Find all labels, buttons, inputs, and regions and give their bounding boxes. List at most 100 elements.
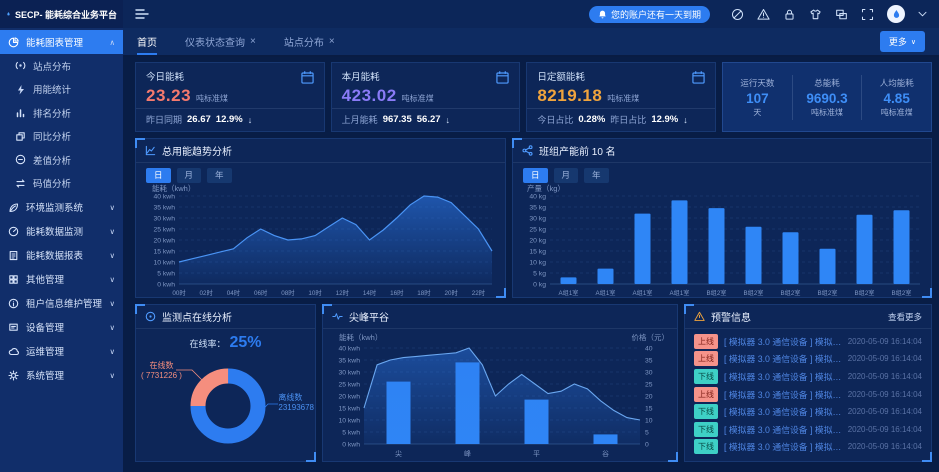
tab-label: 站点分布 xyxy=(284,34,324,49)
alert-row[interactable]: 下线 [ 模拟器 3.0 通信设备 ] 模拟器 3.0... 2020-05-0… xyxy=(694,422,922,437)
svg-text:40 kwh: 40 kwh xyxy=(153,193,175,200)
stat-value: 9690.3 xyxy=(793,91,862,106)
ban-icon[interactable] xyxy=(731,8,744,21)
kpi-footer-value: 0.28% xyxy=(578,114,605,125)
skin-icon[interactable] xyxy=(809,8,822,21)
sidebar-item-other-management[interactable]: 其他管理 ∨ xyxy=(0,267,123,291)
kpi-card-today-energy: 今日能耗 23.23 吨标准煤 昨日同期 26.67 12.9% ↓ xyxy=(135,62,325,132)
svg-text:10: 10 xyxy=(645,417,653,424)
sidebar-item-system-management[interactable]: 系统管理 ∨ xyxy=(0,363,123,387)
alert-message: [ 模拟器 3.0 通信设备 ] 模拟器 3.0... xyxy=(724,423,842,436)
alert-row[interactable]: 上线 [ 模拟器 3.0 通信设备 ] 模拟器 3.0... 2020-05-0… xyxy=(694,351,922,366)
svg-text:10时: 10时 xyxy=(308,288,322,297)
svg-text:A组1室: A组1室 xyxy=(559,289,579,297)
svg-text:20: 20 xyxy=(645,393,653,400)
kpi-footer-label: 今日占比 xyxy=(537,113,573,126)
tab-meter-status[interactable]: 仪表状态查询 × xyxy=(185,28,256,55)
kpi-top: 今日能耗 23.23 吨标准煤 xyxy=(136,63,324,108)
bell-icon xyxy=(598,10,607,19)
chevron-up-icon: ∧ xyxy=(110,38,116,47)
sidebar-item-ranking-analysis[interactable]: 排名分析 xyxy=(0,101,123,125)
close-icon[interactable]: × xyxy=(250,36,256,47)
sidebar-item-site-distribution[interactable]: 站点分布 xyxy=(0,54,123,78)
close-icon[interactable]: × xyxy=(329,36,335,47)
period-day-chip[interactable]: 日 xyxy=(523,168,548,183)
tab-site-distribution[interactable]: 站点分布 × xyxy=(284,28,335,55)
offline-legend-label: 离线数 xyxy=(278,393,314,403)
report-icon xyxy=(8,250,19,261)
sidebar-item-energy-data-monitor[interactable]: 能耗数据监测 ∨ xyxy=(0,219,123,243)
period-day-chip[interactable]: 日 xyxy=(146,168,171,183)
status-badge: 下线 xyxy=(694,422,718,437)
hamburger-icon[interactable] xyxy=(135,8,149,20)
alert-row[interactable]: 下线 [ 模拟器 3.0 通信设备 ] 模拟器 3.0... 2020-05-0… xyxy=(694,439,922,454)
account-expiry-notice[interactable]: 您的账户还有一天到期 xyxy=(589,6,710,23)
sidebar-item-energy-stats[interactable]: 用能统计 xyxy=(0,78,123,102)
more-tabs-button[interactable]: 更多 ∨ xyxy=(880,31,925,52)
stat-label: 人均能耗 xyxy=(862,77,931,89)
sidebar-item-energy-charts[interactable]: 能耗图表管理 ∧ xyxy=(0,30,123,54)
stat-unit: 吨标准煤 xyxy=(793,107,862,118)
pie-chart-icon xyxy=(8,37,19,48)
stat-per-capita-energy: 人均能耗 4.85 吨标准煤 xyxy=(861,75,931,120)
alert-row[interactable]: 下线 [ 模拟器 3.0 通信设备 ] 模拟器 3.0... 2020-05-0… xyxy=(694,404,922,419)
svg-text:0 kwh: 0 kwh xyxy=(157,281,175,288)
sidebar-item-label: 差值分析 xyxy=(33,153,71,167)
tab-home[interactable]: 首页 xyxy=(137,28,157,55)
lock-icon[interactable] xyxy=(783,8,796,21)
app-title: SECP- 能耗综合业务平台 xyxy=(15,8,117,21)
calendar-month-icon xyxy=(495,70,510,85)
kpi-value-row: 23.23 吨标准煤 xyxy=(146,86,314,106)
svg-text:A组1室: A组1室 xyxy=(633,289,653,297)
warning-icon[interactable] xyxy=(757,8,770,21)
chevron-down-icon[interactable] xyxy=(918,11,927,18)
offline-legend-value: 23193678 xyxy=(278,403,314,413)
period-month-chip[interactable]: 月 xyxy=(554,168,579,183)
svg-text:25 kwh: 25 kwh xyxy=(153,226,175,233)
period-year-chip[interactable]: 年 xyxy=(207,168,232,183)
sidebar-item-device-management[interactable]: 设备管理 ∨ xyxy=(0,315,123,339)
windows-icon[interactable] xyxy=(835,8,848,21)
alert-row[interactable]: 上线 [ 模拟器 3.0 通信设备 ] 模拟器 3.0... 2020-05-0… xyxy=(694,387,922,402)
view-more-link[interactable]: 查看更多 xyxy=(888,311,922,323)
rank-chart-card: 班组产能前 10 名 日 月 年 产量（kg） 0 kg5 kg10 kg15 … xyxy=(512,138,932,298)
period-year-chip[interactable]: 年 xyxy=(584,168,609,183)
kpi-title: 本月能耗 xyxy=(342,69,510,83)
online-legend: 在线数 ( 7731226 ) xyxy=(141,361,182,382)
sidebar-item-energy-reports[interactable]: 能耗数据报表 ∨ xyxy=(0,243,123,267)
period-switch: 日 月 年 xyxy=(136,163,505,183)
avatar[interactable] xyxy=(887,5,905,23)
alert-row[interactable]: 上线 [ 模拟器 3.0 通信设备 ] 模拟器 3.0... 2020-05-0… xyxy=(694,334,922,349)
status-badge: 上线 xyxy=(694,387,718,402)
alert-row[interactable]: 下线 [ 模拟器 3.0 通信设备 ] 模拟器 3.0... 2020-05-0… xyxy=(694,369,922,384)
flame-logo-icon xyxy=(891,9,902,20)
svg-text:16时: 16时 xyxy=(390,288,404,297)
sidebar-item-env-monitor[interactable]: 环境监测系统 ∨ xyxy=(0,195,123,219)
peak-valley-card: 尖峰平谷 能耗（kwh） 价格（元） 0 kwh05 kwh510 kwh101… xyxy=(322,304,678,462)
peak-valley-combo-chart: 0 kwh05 kwh510 kwh1015 kwh1520 kwh2025 k… xyxy=(326,342,674,460)
sidebar-item-yoy-analysis[interactable]: 同比分析 xyxy=(0,125,123,149)
trend-chart-card: 总用能趋势分析 日 月 年 能耗（kwh） 0 kwh5 kwh10 kwh15… xyxy=(135,138,506,298)
y-axis-right-title: 价格（元） xyxy=(632,332,670,343)
sidebar-item-tenant-info[interactable]: 租户信息维护管理 ∨ xyxy=(0,291,123,315)
kpi-footer-label: 昨日占比 xyxy=(610,113,646,126)
svg-text:18时: 18时 xyxy=(417,288,431,297)
kpi-footer-value: 12.9% xyxy=(216,114,243,125)
sidebar-item-ops-management[interactable]: 运维管理 ∨ xyxy=(0,339,123,363)
kpi-unit: 吨标准煤 xyxy=(607,93,639,104)
alert-timestamp: 2020-05-09 16:14:04 xyxy=(848,354,922,363)
main-column: 您的账户还有一天到期 首页 仪表状态查询 × 站点分布 × 更多 xyxy=(123,0,939,472)
kpi-value: 423.02 xyxy=(342,86,397,106)
kpi-unit: 吨标准煤 xyxy=(402,93,434,104)
fullscreen-icon[interactable] xyxy=(861,8,874,21)
stat-label: 运行天数 xyxy=(723,77,792,89)
zap-icon xyxy=(15,84,26,95)
sidebar-item-label: 用能统计 xyxy=(33,82,71,96)
sidebar-item-code-value-analysis[interactable]: 码值分析 xyxy=(0,172,123,196)
sidebar-item-difference-analysis[interactable]: 差值分析 xyxy=(0,148,123,172)
svg-text:15 kwh: 15 kwh xyxy=(338,405,360,412)
online-rate: 在线率： 25% xyxy=(136,329,315,352)
period-month-chip[interactable]: 月 xyxy=(177,168,202,183)
stat-value: 4.85 xyxy=(862,91,931,106)
svg-text:22时: 22时 xyxy=(472,288,486,297)
